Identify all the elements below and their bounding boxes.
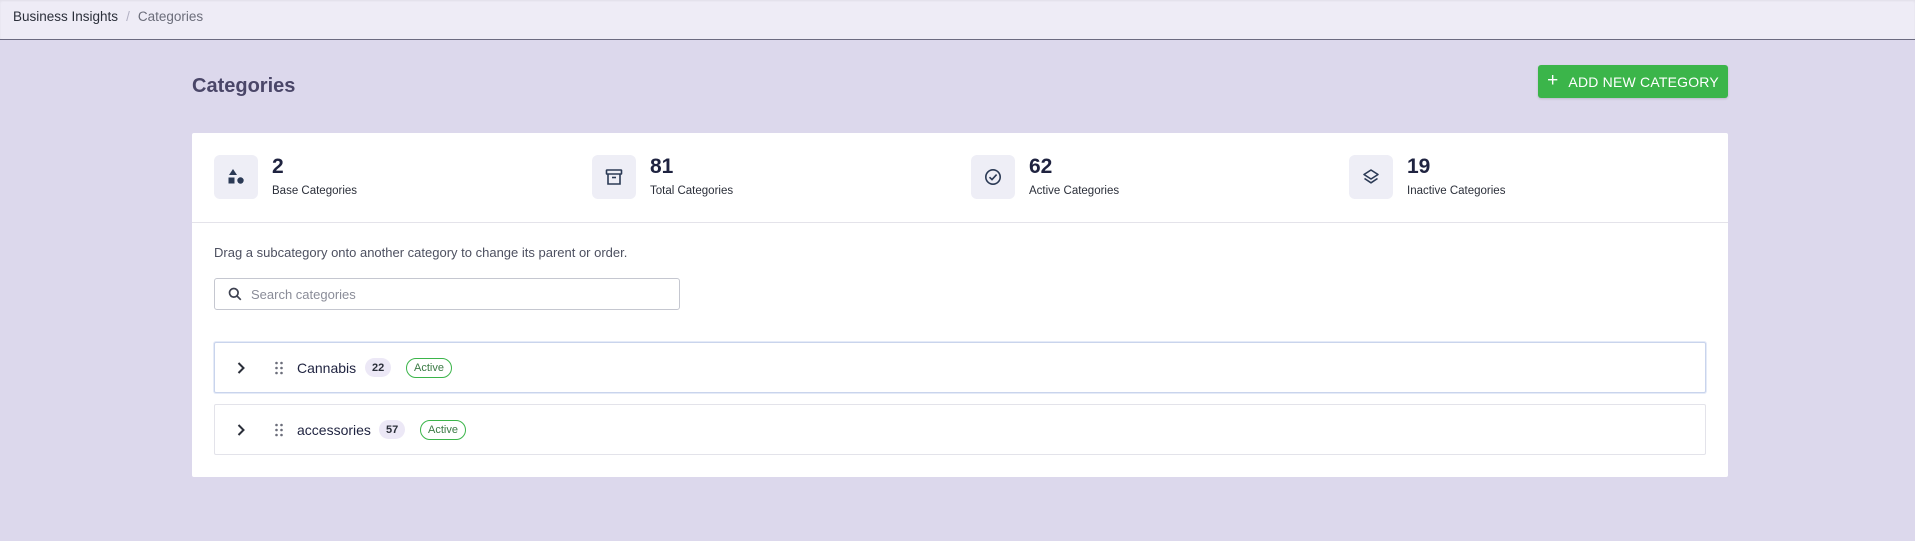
add-new-category-label: ADD NEW CATEGORY xyxy=(1568,73,1719,90)
category-name: Cannabis xyxy=(297,360,357,376)
archive-icon xyxy=(592,155,636,199)
breadcrumb: Business Insights / Categories xyxy=(13,9,203,24)
breadcrumb-separator: / xyxy=(126,9,130,24)
subcategory-count-badge: 57 xyxy=(379,420,406,439)
stat-value: 2 xyxy=(272,155,284,178)
chevron-right-icon[interactable] xyxy=(235,422,247,443)
check-circle-icon xyxy=(971,155,1015,199)
add-new-category-button[interactable]: + ADD NEW CATEGORY xyxy=(1538,65,1728,98)
category-row[interactable]: Cannabis 22 Active xyxy=(214,342,1706,393)
plus-icon: + xyxy=(1547,70,1559,91)
layers-icon xyxy=(1349,155,1393,199)
stat-value: 62 xyxy=(1029,155,1053,178)
page-title: Categories xyxy=(192,75,296,97)
stats-panel: 2 Base Categories 81 Total Categories 62… xyxy=(192,133,1728,223)
search-input[interactable] xyxy=(251,279,671,309)
shapes-icon xyxy=(214,155,258,199)
drag-hint-text: Drag a subcategory onto another category… xyxy=(214,245,628,260)
search-icon xyxy=(228,287,242,306)
stat-label: Active Categories xyxy=(1029,185,1120,197)
chevron-right-icon[interactable] xyxy=(235,360,247,381)
category-name: accessories xyxy=(297,422,371,438)
stat-value: 19 xyxy=(1407,155,1431,178)
breadcrumb-current: Categories xyxy=(137,9,204,24)
stat-label: Total Categories xyxy=(650,185,734,197)
top-bar: Business Insights / Categories xyxy=(0,0,1915,40)
status-badge: Active xyxy=(406,358,452,378)
stat-label: Base Categories xyxy=(272,185,358,197)
category-row[interactable]: accessories 57 Active xyxy=(214,404,1706,455)
categories-card: 2 Base Categories 81 Total Categories 62… xyxy=(192,133,1728,477)
drag-handle-icon[interactable] xyxy=(274,422,284,443)
drag-handle-icon[interactable] xyxy=(274,360,284,381)
status-badge: Active xyxy=(420,420,466,440)
subcategory-count-badge: 22 xyxy=(365,358,392,377)
search-box xyxy=(214,278,680,310)
stat-value: 81 xyxy=(650,155,674,178)
stat-label: Inactive Categories xyxy=(1407,185,1506,197)
breadcrumb-business-insights[interactable]: Business Insights xyxy=(13,9,118,24)
